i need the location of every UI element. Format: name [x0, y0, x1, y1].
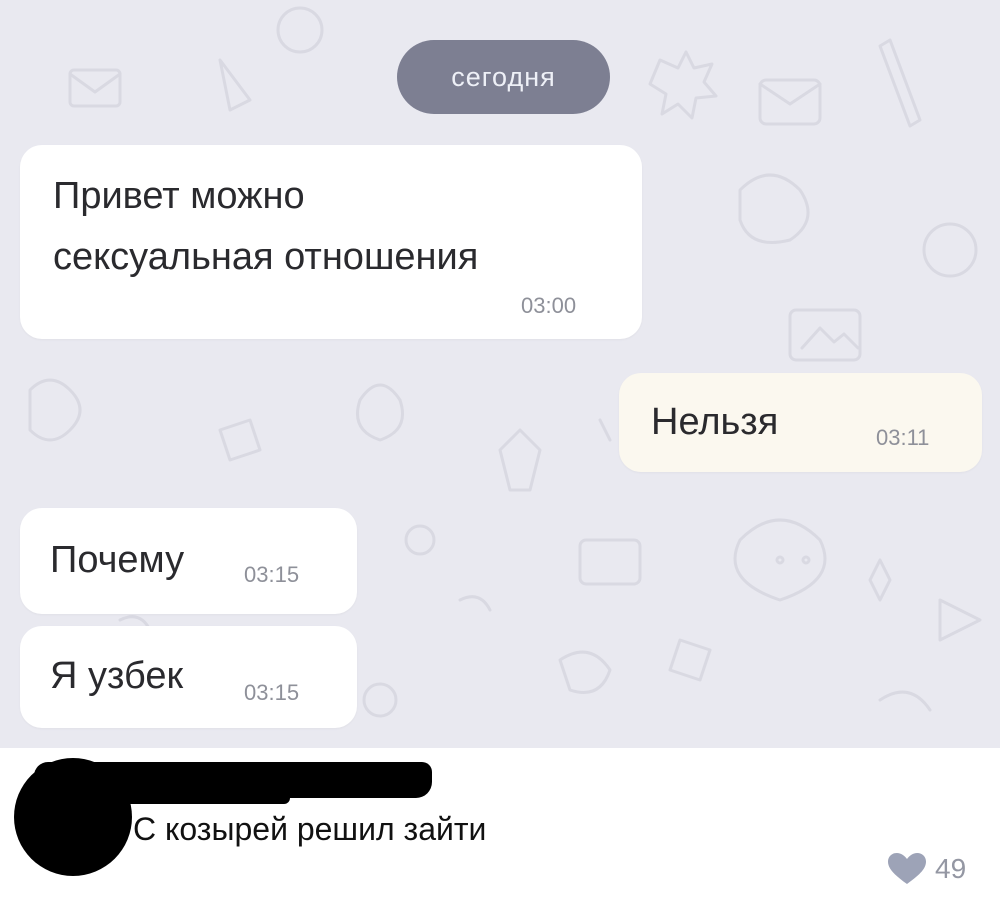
like-count: 49 [935, 853, 967, 884]
message-time: 03:00 [521, 293, 577, 318]
incoming-message-bubble[interactable]: Почему 03:15 [20, 508, 357, 614]
heart-icon [888, 853, 926, 884]
message-text: Я узбек [50, 655, 184, 697]
chat-area: сегодня Привет можно сексуальная отношен… [0, 0, 1000, 748]
redacted-username-scribble [90, 790, 290, 804]
message-text-line: сексуальная отношения [53, 236, 479, 278]
message-time: 03:11 [876, 425, 930, 450]
outgoing-message-bubble[interactable]: Нельзя 03:11 [619, 373, 982, 472]
message-text: Нельзя [651, 401, 779, 443]
comment-text: С козырей решил зайти [133, 811, 487, 847]
message-text: Почему [50, 539, 185, 581]
like-button[interactable]: 49 [887, 852, 966, 886]
incoming-message-bubble[interactable]: Я узбек 03:15 [20, 626, 357, 728]
date-separator: сегодня [397, 40, 610, 114]
message-text-line: Привет можно [53, 175, 305, 217]
incoming-message-bubble[interactable]: Привет можно сексуальная отношения 03:00 [20, 145, 642, 339]
message-time: 03:15 [244, 680, 300, 705]
message-time: 03:15 [244, 562, 300, 587]
